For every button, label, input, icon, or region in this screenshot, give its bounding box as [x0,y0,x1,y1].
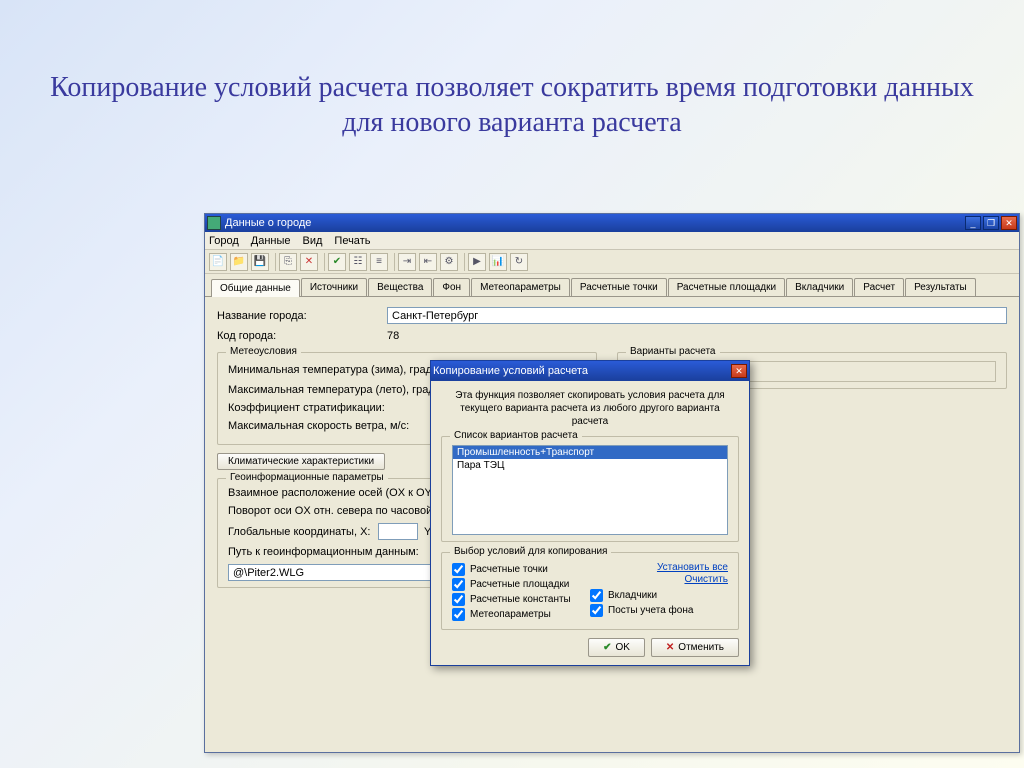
toolbar-tree-icon[interactable]: ☷ [349,253,367,271]
toolbar-export-icon[interactable]: ⇤ [419,253,437,271]
toolbar-check-icon[interactable]: ✔ [328,253,346,271]
toolbar: 📄 📁 💾 ⎘ ✕ ✔ ☷ ≡ ⇥ ⇤ ⚙ ▶ 📊 ↻ [205,250,1019,274]
tab-contributors[interactable]: Вкладчики [786,278,853,296]
tab-row: Общие данные Источники Вещества Фон Мете… [205,274,1019,296]
check-label: Расчетные константы [470,594,571,605]
check-calc-points[interactable]: Расчетные точки [452,563,590,576]
clear-link[interactable]: Очистить [684,574,728,585]
wind-label: Максимальная скорость ветра, м/с: [228,420,458,432]
tab-calc-areas[interactable]: Расчетные площадки [668,278,785,296]
minimize-button[interactable]: _ [965,216,981,230]
min-temp-label: Минимальная температура (зима), град.: [228,364,458,376]
toolbar-report-icon[interactable]: 📊 [489,253,507,271]
coords-x-input[interactable] [378,523,418,540]
dialog-titlebar: Копирование условий расчета ✕ [431,361,749,381]
dialog-close-button[interactable]: ✕ [731,364,747,378]
menu-city[interactable]: Город [209,235,239,247]
city-code-label: Код города: [217,330,387,342]
variant-list-fieldset: Список вариантов расчета Промышленность+… [441,436,739,542]
check-label: Расчетные точки [470,564,548,575]
tab-background[interactable]: Фон [433,278,470,296]
coords-x-label: Глобальные координаты, X: [228,526,378,538]
toolbar-folder-icon[interactable]: 📁 [230,253,248,271]
toolbar-copy-icon[interactable]: ⎘ [279,253,297,271]
tab-meteo[interactable]: Метеопараметры [471,278,570,296]
check-icon: ✔ [603,642,611,653]
climate-button[interactable]: Климатические характеристики [217,453,385,470]
city-code-value: 78 [387,330,399,342]
window-titlebar: Данные о городе _ ❐ ✕ [205,214,1019,232]
check-calc-consts[interactable]: Расчетные константы [452,593,590,606]
city-name-label: Название города: [217,310,387,322]
variant-list-legend: Список вариантов расчета [450,430,582,441]
meteo-legend: Метеоусловия [226,346,301,357]
toolbar-refresh-icon[interactable]: ↻ [510,253,528,271]
menubar: Город Данные Вид Печать [205,232,1019,250]
menu-data[interactable]: Данные [251,235,291,247]
toolbar-delete-icon[interactable]: ✕ [300,253,318,271]
max-temp-label: Максимальная температура (лето), град.: [228,384,458,396]
check-bg-posts[interactable]: Посты учета фона [590,604,728,617]
window-title: Данные о городе [225,217,311,229]
cross-icon: ✕ [666,642,674,653]
tab-general[interactable]: Общие данные [211,279,300,297]
tab-calculation[interactable]: Расчет [854,278,904,296]
menu-print[interactable]: Печать [334,235,370,247]
toolbar-run-icon[interactable]: ▶ [468,253,486,271]
slide-title: Копирование условий расчета позволяет со… [0,0,1024,150]
variants-legend: Варианты расчета [626,346,720,357]
geo-legend: Геоинформационные параметры [226,472,388,483]
check-label: Посты учета фона [608,605,693,616]
list-item[interactable]: Пара ТЭЦ [453,459,727,472]
app-icon [207,216,221,230]
restore-button[interactable]: ❐ [983,216,999,230]
variant-listbox[interactable]: Промышленность+Транспорт Пара ТЭЦ [452,445,728,535]
cancel-label: Отменить [678,642,724,653]
tab-results[interactable]: Результаты [905,278,976,296]
city-name-input[interactable] [387,307,1007,324]
check-label: Расчетные площадки [470,579,569,590]
dialog-description: Эта функция позволяет скопировать услови… [441,389,739,428]
strat-label: Коэффициент стратификации: [228,402,458,414]
toolbar-link-icon[interactable]: ⚙ [440,253,458,271]
dialog-title: Копирование условий расчета [433,365,588,377]
check-label: Метеопараметры [470,609,551,620]
list-item[interactable]: Промышленность+Транспорт [453,446,727,459]
conditions-legend: Выбор условий для копирования [450,546,611,557]
check-calc-areas[interactable]: Расчетные площадки [452,578,590,591]
toolbar-new-icon[interactable]: 📄 [209,253,227,271]
check-meteo[interactable]: Метеопараметры [452,608,590,621]
conditions-fieldset: Выбор условий для копирования Расчетные … [441,552,739,630]
tab-substances[interactable]: Вещества [368,278,432,296]
toolbar-import-icon[interactable]: ⇥ [398,253,416,271]
set-all-link[interactable]: Установить все [657,562,728,573]
check-contributors[interactable]: Вкладчики [590,589,728,602]
tab-sources[interactable]: Источники [301,278,367,296]
tab-calc-points[interactable]: Расчетные точки [571,278,667,296]
ok-button[interactable]: ✔ OK [588,638,645,657]
close-button[interactable]: ✕ [1001,216,1017,230]
check-label: Вкладчики [608,590,657,601]
ok-label: OK [615,642,629,653]
copy-dialog: Копирование условий расчета ✕ Эта функци… [430,360,750,666]
toolbar-list-icon[interactable]: ≡ [370,253,388,271]
menu-view[interactable]: Вид [303,235,323,247]
cancel-button[interactable]: ✕ Отменить [651,638,739,657]
toolbar-save-icon[interactable]: 💾 [251,253,269,271]
